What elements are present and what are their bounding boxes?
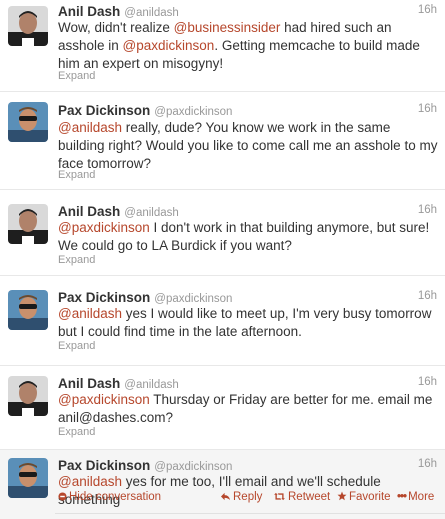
star-icon bbox=[337, 491, 347, 503]
tweet[interactable]: Anil Dash @anildash 16h @paxdickinson Thu… bbox=[0, 366, 445, 450]
author-name[interactable]: Pax Dickinson bbox=[58, 290, 150, 305]
author-handle[interactable]: @anildash bbox=[124, 207, 179, 219]
author-name[interactable]: Pax Dickinson bbox=[58, 458, 150, 473]
expand-link[interactable]: Expand bbox=[58, 169, 95, 181]
mention-link[interactable]: @anildash bbox=[58, 120, 122, 135]
tweet-text: @paxdickinson I don't work in that build… bbox=[58, 219, 439, 255]
hide-conversation-label: Hide conversation bbox=[69, 491, 162, 503]
author-name[interactable]: Pax Dickinson bbox=[58, 103, 150, 118]
expand-link[interactable]: Expand bbox=[58, 254, 95, 266]
author-handle[interactable]: @paxdickinson bbox=[154, 106, 232, 118]
hide-conversation-button[interactable]: Hide conversation bbox=[58, 491, 161, 503]
tweet-text-segment: Wow, didn't realize bbox=[58, 20, 174, 35]
mention-link[interactable]: @anildash bbox=[58, 474, 122, 489]
retweet-icon bbox=[273, 491, 286, 503]
timestamp[interactable]: 16h bbox=[418, 376, 437, 388]
tweet[interactable]: Pax Dickinson @paxdickinson 16h @anildash… bbox=[0, 92, 445, 190]
avatar-anil[interactable] bbox=[8, 376, 48, 416]
more-label: More bbox=[408, 491, 435, 503]
mention-link[interactable]: @anildash bbox=[58, 306, 122, 321]
retweet-label: Retweet bbox=[288, 491, 331, 503]
tweet-text: @anildash yes I would like to meet up, I… bbox=[58, 305, 439, 341]
expand-link[interactable]: Expand bbox=[58, 70, 95, 82]
timestamp[interactable]: 16h bbox=[418, 458, 437, 470]
tweet-actions: Hide conversation Reply Retweet Favorite… bbox=[58, 491, 439, 507]
avatar-pax[interactable] bbox=[8, 290, 48, 330]
favorite-button[interactable]: Favorite bbox=[337, 491, 391, 503]
expand-link[interactable]: Expand bbox=[58, 340, 95, 352]
ellipsis-icon: ••• bbox=[397, 491, 407, 503]
mention-link[interactable]: @businessinsider bbox=[174, 20, 281, 35]
reply-box-edge bbox=[55, 513, 445, 519]
mention-link[interactable]: @paxdickinson bbox=[58, 392, 150, 407]
reply-arrow-icon bbox=[220, 491, 231, 503]
reply-button[interactable]: Reply bbox=[220, 491, 262, 503]
retweet-button[interactable]: Retweet bbox=[273, 491, 330, 503]
author-name[interactable]: Anil Dash bbox=[58, 4, 120, 19]
tweet[interactable]: Anil Dash @anildash 16h @paxdickinson I d… bbox=[0, 190, 445, 276]
tweet-selected[interactable]: Pax Dickinson @paxdickinson 16h @anildash… bbox=[0, 450, 445, 519]
timestamp[interactable]: 16h bbox=[418, 290, 437, 302]
collapse-circle-icon bbox=[58, 491, 67, 503]
tweet-text: @paxdickinson Thursday or Friday are bet… bbox=[58, 391, 439, 427]
author-handle[interactable]: @paxdickinson bbox=[154, 461, 232, 473]
timestamp[interactable]: 16h bbox=[418, 4, 437, 16]
tweet-text: Wow, didn't realize @businessinsider had… bbox=[58, 19, 439, 73]
mention-link[interactable]: @paxdickinson bbox=[123, 38, 215, 53]
expand-link[interactable]: Expand bbox=[58, 426, 95, 438]
tweet-text: @anildash really, dude? You know we work… bbox=[58, 119, 439, 173]
mention-link[interactable]: @paxdickinson bbox=[58, 220, 150, 235]
avatar-anil[interactable] bbox=[8, 6, 48, 46]
timestamp[interactable]: 16h bbox=[418, 204, 437, 216]
author-name[interactable]: Anil Dash bbox=[58, 204, 120, 219]
avatar-anil[interactable] bbox=[8, 204, 48, 244]
author-handle[interactable]: @paxdickinson bbox=[154, 293, 232, 305]
avatar-pax[interactable] bbox=[8, 102, 48, 142]
author-name[interactable]: Anil Dash bbox=[58, 376, 120, 391]
favorite-label: Favorite bbox=[349, 491, 391, 503]
reply-label: Reply bbox=[233, 491, 263, 503]
author-handle[interactable]: @anildash bbox=[124, 7, 179, 19]
tweet[interactable]: Anil Dash @anildash 16h Wow, didn't reali… bbox=[0, 0, 445, 92]
tweet[interactable]: Pax Dickinson @paxdickinson 16h @anildash… bbox=[0, 276, 445, 366]
more-button[interactable]: ••• More bbox=[397, 491, 434, 503]
author-handle[interactable]: @anildash bbox=[124, 379, 179, 391]
avatar-pax[interactable] bbox=[8, 458, 48, 498]
tweet-header: Pax Dickinson @paxdickinson 16h bbox=[58, 102, 437, 120]
timestamp[interactable]: 16h bbox=[418, 103, 437, 115]
